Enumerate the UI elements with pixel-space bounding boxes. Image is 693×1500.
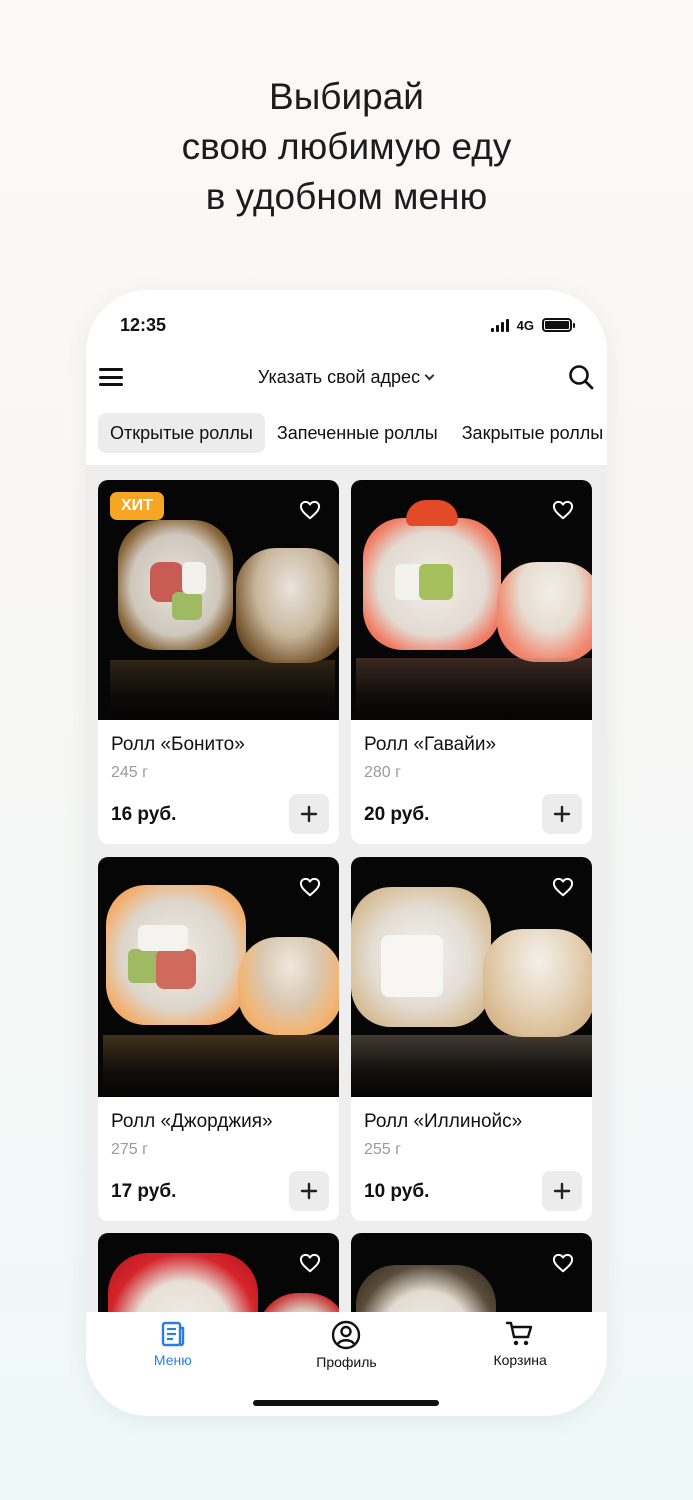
add-to-cart-button[interactable] [542,794,582,834]
heart-icon[interactable] [552,500,574,520]
product-weight: 245 г [111,764,148,781]
product-weight: 280 г [364,764,401,781]
product-name: Ролл «Гавайи» [364,734,497,755]
chevron-down-icon [424,370,435,380]
product-name: Ролл «Бонито» [111,734,245,755]
profile-icon [332,1320,361,1350]
nav-cart-label: Корзина [493,1352,547,1368]
product-photo [98,857,339,1097]
hit-badge: ХИТ [110,492,164,520]
promo-headline: Выбирай свою любимую еду в удобном меню [0,72,693,222]
address-selector[interactable]: Указать свой адрес [257,366,435,388]
app-bar: Указать свой адрес [86,356,607,398]
phone-screen: 12:35 4G Указать свой адрес Открытые рол… [86,290,607,1416]
product-photo: ХИТ [98,480,339,720]
tab-closed-rolls[interactable]: Закрытые роллы [450,413,607,453]
product-card-hawaii[interactable]: Ролл «Гавайи» 280 г 20 руб. [351,480,592,844]
heart-icon[interactable] [299,500,321,520]
headline-line-3: в удобном меню [205,176,488,217]
product-weight: 275 г [111,1141,148,1158]
hamburger-menu-icon[interactable] [99,368,123,386]
product-price: 17 руб. [111,1181,177,1202]
nav-menu-label: Меню [153,1352,192,1368]
heart-icon[interactable] [299,877,321,897]
headline-line-2: свою любимую еду [181,126,512,167]
product-price: 16 руб. [111,804,177,825]
address-label: Указать свой адрес [257,366,421,387]
cart-icon [505,1321,533,1346]
add-to-cart-button[interactable] [289,794,329,834]
nav-profile-label: Профиль [316,1354,377,1370]
plus-icon [553,805,571,823]
product-grid: ХИТ Ролл «Бонито» 245 г 16 руб. Ролл «Га… [86,465,607,1416]
tab-open-rolls[interactable]: Открытые роллы [98,413,265,453]
product-price: 10 руб. [364,1181,430,1202]
tab-baked-rolls[interactable]: Запеченные роллы [265,413,450,453]
product-name: Ролл «Джорджия» [111,1111,273,1132]
add-to-cart-button[interactable] [542,1171,582,1211]
signal-icon [490,318,509,332]
nav-menu[interactable]: Меню [98,1320,248,1416]
heart-icon[interactable] [299,1253,321,1273]
menu-doc-icon [161,1321,185,1347]
home-indicator [253,1400,439,1406]
nav-cart[interactable]: Корзина [445,1320,595,1416]
product-name: Ролл «Иллинойс» [364,1111,523,1132]
heart-icon[interactable] [552,877,574,897]
plus-icon [553,1182,571,1200]
product-card-illinois[interactable]: Ролл «Иллинойс» 255 г 10 руб. [351,857,592,1221]
headline-line-1: Выбирай [269,76,424,117]
status-indicators: 4G [490,317,575,333]
search-icon[interactable] [568,364,594,390]
product-photo [351,857,592,1097]
heart-icon[interactable] [552,1253,574,1273]
battery-icon [542,318,575,332]
add-to-cart-button[interactable] [289,1171,329,1211]
product-price: 20 руб. [364,804,430,825]
product-weight: 255 г [364,1141,401,1158]
status-bar: 12:35 4G [86,290,607,350]
product-card-bonito[interactable]: ХИТ Ролл «Бонито» 245 г 16 руб. [98,480,339,844]
plus-icon [300,805,318,823]
product-card-georgia[interactable]: Ролл «Джорджия» 275 г 17 руб. [98,857,339,1221]
status-time: 12:35 [120,314,167,335]
plus-icon [300,1182,318,1200]
product-photo [351,480,592,720]
network-type: 4G [516,317,534,333]
category-tabs: Открытые роллы Запеченные роллы Закрытые… [98,413,607,453]
